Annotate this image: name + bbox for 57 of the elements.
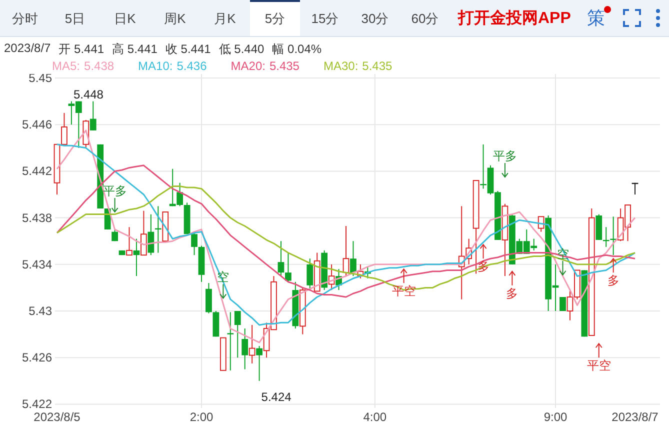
signal-arrow [480, 244, 487, 260]
legend-series-value: 5.436 [176, 59, 207, 74]
quote-value: 幅 0.04% [272, 41, 322, 58]
legend-series-name: MA5: [52, 59, 80, 74]
x-axis-label: 2023/8/5 [34, 410, 80, 422]
signal-label: 平多 [492, 149, 517, 164]
period-tab[interactable]: 分时 [0, 0, 50, 36]
signal-label: 平多 [102, 184, 127, 198]
y-axis-label: 5.422 [22, 397, 52, 412]
candlestick [632, 182, 638, 195]
legend-series-name: MA30: [323, 59, 358, 74]
period-tab[interactable]: 日K [100, 0, 150, 36]
signal-arrow [610, 258, 617, 274]
x-axis-label: 2:00 [190, 410, 214, 422]
period-tab[interactable]: 5日 [50, 0, 100, 36]
legend-series-name: MA20: [230, 59, 266, 74]
quote-value: 低 5.440 [218, 41, 264, 58]
period-tab[interactable]: 5分 [250, 0, 300, 36]
price-extreme-label: 5.424 [261, 390, 292, 404]
app-link[interactable]: 打开金投网APP [458, 8, 571, 28]
signal-label: 平空 [586, 358, 611, 373]
quote-value: 开 5.441 [58, 41, 104, 58]
quote-value: 2023/8/7 [4, 41, 51, 57]
y-axis-label: 5.442 [22, 164, 52, 178]
period-tab[interactable]: 周K [150, 0, 200, 36]
x-axis-label: 9:00 [544, 410, 568, 422]
more-icon[interactable] [654, 8, 661, 28]
legend-series-value: 5.438 [84, 59, 114, 74]
signal-arrow [400, 268, 408, 284]
legend-series-value: 5.435 [362, 59, 392, 74]
y-axis-label: 5.45 [28, 74, 52, 85]
price-extreme-label: 5.448 [73, 87, 104, 102]
legend-series-name: MA10: [138, 59, 173, 74]
signal-arrow [595, 342, 602, 358]
signal-arrow [501, 162, 508, 178]
x-axis-label: 2023/8/7 [612, 410, 658, 422]
fullscreen-icon[interactable] [622, 9, 641, 27]
period-tab[interactable]: 60分 [400, 0, 450, 36]
y-axis-label: 5.426 [22, 350, 52, 365]
period-tab[interactable]: 30分 [350, 0, 400, 36]
signal-arrow [220, 284, 227, 300]
quote-value: 收 5.441 [165, 41, 211, 58]
signal-arrow [508, 270, 516, 286]
y-axis-label: 5.438 [22, 210, 52, 225]
y-axis-label: 5.446 [22, 118, 52, 132]
signal-label: 多 [506, 286, 518, 300]
quote-value: 高 5.441 [112, 41, 158, 58]
y-axis-label: 5.434 [22, 257, 52, 272]
signal-arrow [559, 260, 566, 276]
period-tab[interactable]: 月K [200, 0, 250, 36]
strategy-button[interactable]: 策 [582, 6, 609, 30]
x-axis-label: 4:00 [363, 410, 387, 422]
signal-arrow [111, 197, 118, 213]
legend-series-value: 5.435 [269, 59, 300, 74]
y-axis-label: 5.43 [28, 304, 52, 318]
period-tab[interactable]: 15分 [300, 0, 350, 36]
signal-label: 多 [607, 274, 620, 288]
